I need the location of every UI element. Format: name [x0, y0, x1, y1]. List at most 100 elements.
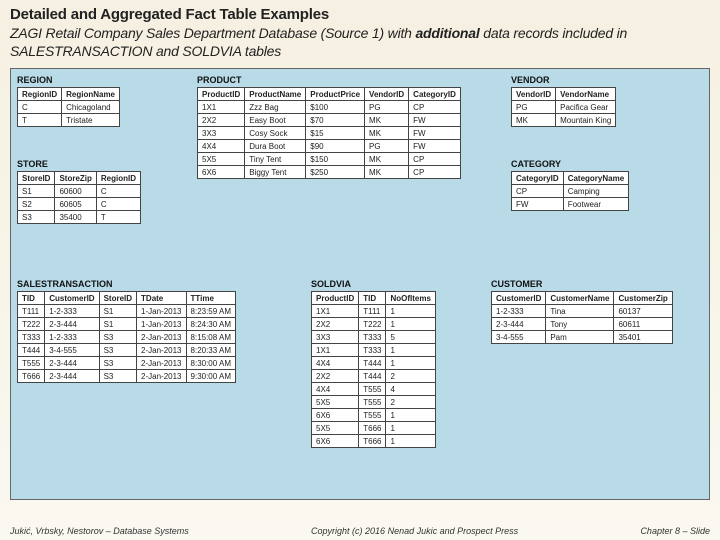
table-cell: 1 — [386, 305, 435, 318]
column-header: StoreZip — [55, 172, 96, 185]
table-row: T4443-4-555S32-Jan-20138:20:33 AM — [18, 344, 236, 357]
customer-label: CUSTOMER — [491, 279, 673, 289]
soldvia-table: ProductIDTIDNoOfItems1X1T11112X2T22213X3… — [311, 291, 436, 448]
vendor-block: VENDOR VendorIDVendorNamePGPacifica Gear… — [511, 75, 616, 127]
table-cell: 35401 — [614, 331, 672, 344]
table-cell: 2-3-444 — [45, 357, 99, 370]
column-header: RegionID — [18, 88, 62, 101]
table-cell: 8:20:33 AM — [186, 344, 235, 357]
table-row: 1-2-333Tina60137 — [492, 305, 673, 318]
table-cell: 4X4 — [312, 383, 359, 396]
table-cell: 1X1 — [312, 344, 359, 357]
table-row: 3X3Cosy Sock$15MKFW — [198, 127, 461, 140]
table-cell: 60605 — [55, 198, 96, 211]
column-header: ProductName — [245, 88, 306, 101]
table-row: 5X5T5552 — [312, 396, 436, 409]
table-row: 1X1T3331 — [312, 344, 436, 357]
table-cell: T666 — [359, 435, 386, 448]
salestransaction-label: SALESTRANSACTION — [17, 279, 236, 289]
region-table: RegionIDRegionNameCChicagolandTTristate — [17, 87, 120, 127]
table-cell: 60600 — [55, 185, 96, 198]
table-cell: 1 — [386, 318, 435, 331]
table-cell: MK — [512, 114, 556, 127]
category-table: CategoryIDCategoryNameCPCampingFWFootwea… — [511, 171, 629, 211]
table-cell: 1-2-333 — [492, 305, 546, 318]
table-cell: FW — [409, 140, 461, 153]
table-cell: $70 — [306, 114, 365, 127]
column-header: CategoryID — [409, 88, 461, 101]
region-block: REGION RegionIDRegionNameCChicagolandTTr… — [17, 75, 120, 127]
column-header: CustomerID — [45, 292, 99, 305]
table-cell: 6X6 — [312, 435, 359, 448]
table-cell: 1-Jan-2013 — [137, 305, 186, 318]
product-label: PRODUCT — [197, 75, 461, 85]
table-cell: 8:24:30 AM — [186, 318, 235, 331]
table-row: S260605C — [18, 198, 141, 211]
product-table: ProductIDProductNameProductPriceVendorID… — [197, 87, 461, 179]
table-cell: Pacifica Gear — [556, 101, 616, 114]
footer-right: Chapter 8 – Slide — [640, 526, 710, 536]
table-cell: 4 — [386, 383, 435, 396]
table-cell: T222 — [18, 318, 45, 331]
table-cell: PG — [365, 140, 409, 153]
table-cell: T333 — [18, 331, 45, 344]
table-row: S160600C — [18, 185, 141, 198]
salestransaction-table: TIDCustomerIDStoreIDTDateTTimeT1111-2-33… — [17, 291, 236, 383]
table-cell: $15 — [306, 127, 365, 140]
table-cell: 1-2-333 — [45, 331, 99, 344]
column-header: CustomerName — [546, 292, 614, 305]
table-cell: S3 — [99, 357, 136, 370]
store-block: STORE StoreIDStoreZipRegionIDS160600CS26… — [17, 159, 141, 224]
soldvia-block: SOLDVIA ProductIDTIDNoOfItems1X1T11112X2… — [311, 279, 436, 448]
table-cell: $90 — [306, 140, 365, 153]
table-row: 6X6Biggy Tent$250MKCP — [198, 166, 461, 179]
table-cell: 1 — [386, 357, 435, 370]
table-cell: CP — [512, 185, 564, 198]
table-cell: C — [18, 101, 62, 114]
table-row: 6X6T5551 — [312, 409, 436, 422]
table-cell: Cosy Sock — [245, 127, 306, 140]
schema-diagram: REGION RegionIDRegionNameCChicagolandTTr… — [10, 68, 710, 500]
table-cell: T333 — [359, 344, 386, 357]
category-label: CATEGORY — [511, 159, 629, 169]
column-header: StoreID — [18, 172, 55, 185]
table-cell: T222 — [359, 318, 386, 331]
table-row: 1X1Zzz Bag$100PGCP — [198, 101, 461, 114]
slide-subtitle: ZAGI Retail Company Sales Department Dat… — [10, 25, 710, 60]
column-header: VendorID — [512, 88, 556, 101]
table-cell: MK — [365, 166, 409, 179]
column-header: CustomerZip — [614, 292, 672, 305]
table-cell: T555 — [359, 383, 386, 396]
table-cell: 2-3-444 — [45, 318, 99, 331]
table-cell: 2-Jan-2013 — [137, 370, 186, 383]
table-cell: S1 — [99, 318, 136, 331]
product-block: PRODUCT ProductIDProductNameProductPrice… — [197, 75, 461, 179]
table-cell: Tiny Tent — [245, 153, 306, 166]
table-cell: T111 — [18, 305, 45, 318]
column-header: TDate — [137, 292, 186, 305]
table-cell: CP — [409, 166, 461, 179]
table-row: T6662-3-444S32-Jan-20139:30:00 AM — [18, 370, 236, 383]
table-cell: S2 — [18, 198, 55, 211]
table-cell: T — [96, 211, 140, 224]
column-header: CategoryID — [512, 172, 564, 185]
column-header: CategoryName — [563, 172, 628, 185]
store-table: StoreIDStoreZipRegionIDS160600CS260605CS… — [17, 171, 141, 224]
table-cell: 8:30:00 AM — [186, 357, 235, 370]
table-cell: FW — [512, 198, 564, 211]
subtitle-bold: additional — [415, 25, 479, 41]
table-cell: 1 — [386, 409, 435, 422]
column-header: VendorName — [556, 88, 616, 101]
table-cell: 4X4 — [198, 140, 245, 153]
table-cell: T444 — [18, 344, 45, 357]
table-row: MKMountain King — [512, 114, 616, 127]
table-cell: MK — [365, 127, 409, 140]
table-cell: CP — [409, 101, 461, 114]
table-cell: 1-Jan-2013 — [137, 318, 186, 331]
vendor-table: VendorIDVendorNamePGPacifica GearMKMount… — [511, 87, 616, 127]
footer-center: Copyright (c) 2016 Nenad Jukic and Prosp… — [311, 526, 518, 536]
table-cell: 1 — [386, 344, 435, 357]
table-cell: C — [96, 198, 140, 211]
slide-footer: Jukić, Vrbsky, Nestorov – Database Syste… — [10, 526, 710, 536]
table-cell: Tony — [546, 318, 614, 331]
